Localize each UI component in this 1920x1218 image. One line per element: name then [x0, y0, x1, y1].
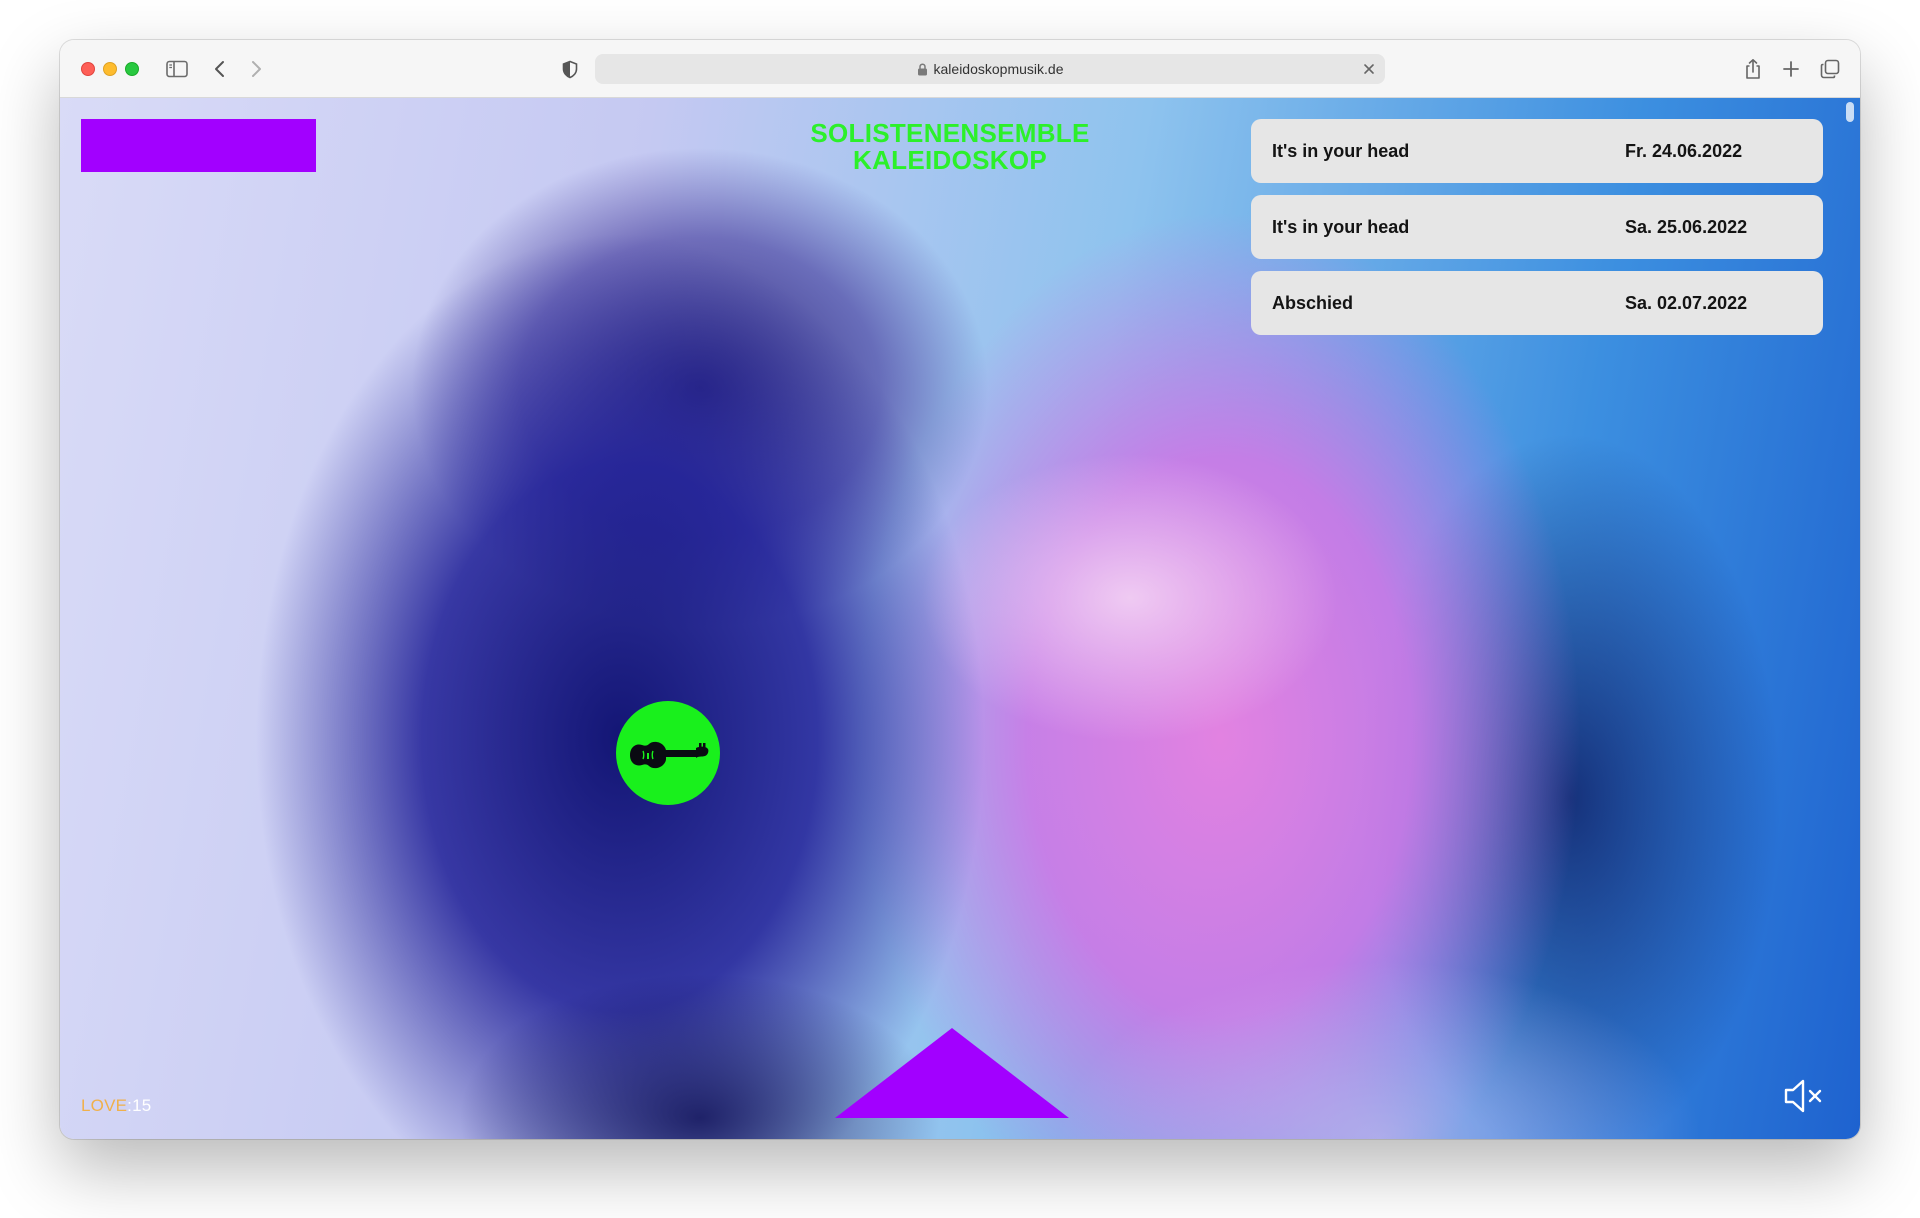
privacy-report-button[interactable] — [560, 56, 580, 82]
event-list: It's in your head Fr. 24.06.2022 It's in… — [1251, 119, 1823, 347]
tab-overview-button[interactable] — [1818, 56, 1842, 82]
back-button[interactable] — [210, 56, 230, 82]
new-tab-button[interactable] — [1780, 56, 1802, 82]
love-counter[interactable]: LOVE:15 — [81, 1096, 151, 1116]
violin-button[interactable] — [616, 701, 720, 805]
forward-button[interactable] — [246, 56, 266, 82]
shield-icon — [562, 60, 578, 78]
event-date: Fr. 24.06.2022 — [1625, 140, 1743, 161]
sidebar-icon — [166, 60, 188, 78]
event-card[interactable]: It's in your head Sa. 25.06.2022 — [1251, 195, 1823, 259]
chevron-right-icon — [252, 61, 261, 77]
logo-block[interactable] — [81, 119, 316, 172]
chevron-left-icon — [215, 61, 224, 77]
browser-window: kaleidoskopmusik.de SOLISTENENSEMBLE KAL… — [60, 40, 1860, 1139]
event-card[interactable]: Abschied Sa. 02.07.2022 — [1251, 271, 1823, 335]
plus-icon — [1783, 61, 1799, 77]
scrollbar-thumb[interactable] — [1846, 102, 1854, 122]
scrollbar[interactable] — [1846, 102, 1854, 1132]
site-title-line1: SOLISTENENSEMBLE — [810, 118, 1090, 148]
address-bar[interactable]: kaleidoskopmusik.de — [595, 54, 1385, 84]
violin-icon — [630, 741, 709, 769]
browser-toolbar: kaleidoskopmusik.de — [60, 40, 1860, 98]
page-viewport: SOLISTENENSEMBLE KALEIDOSKOP It's in you… — [60, 98, 1860, 1139]
lock-icon — [917, 62, 927, 75]
share-button[interactable] — [1742, 56, 1764, 82]
event-date: Sa. 25.06.2022 — [1625, 216, 1748, 237]
love-label: LOVE — [81, 1096, 128, 1115]
event-date: Sa. 02.07.2022 — [1625, 292, 1748, 313]
site-title[interactable]: SOLISTENENSEMBLE KALEIDOSKOP — [800, 120, 1100, 174]
event-name: It's in your head — [1272, 216, 1410, 237]
scroll-up-button[interactable] — [835, 1028, 1069, 1118]
window-minimize-button[interactable] — [103, 62, 117, 76]
window-maximize-button[interactable] — [125, 62, 139, 76]
mute-button[interactable] — [1782, 1076, 1826, 1116]
event-card[interactable]: It's in your head Fr. 24.06.2022 — [1251, 119, 1823, 183]
speaker-muted-icon — [1784, 1079, 1822, 1113]
tabs-overview-icon — [1820, 59, 1840, 79]
clear-url-button[interactable] — [1359, 59, 1379, 79]
window-close-button[interactable] — [81, 62, 95, 76]
sidebar-toggle-button[interactable] — [164, 56, 190, 82]
url-text: kaleidoskopmusik.de — [933, 61, 1064, 77]
close-icon — [1364, 64, 1374, 74]
site-title-line2: KALEIDOSKOP — [853, 145, 1047, 175]
love-count: 15 — [132, 1096, 152, 1115]
event-name: Abschied — [1272, 292, 1354, 313]
triangle-up-icon — [835, 1028, 1069, 1118]
share-icon — [1746, 58, 1760, 79]
event-name: It's in your head — [1272, 140, 1410, 161]
